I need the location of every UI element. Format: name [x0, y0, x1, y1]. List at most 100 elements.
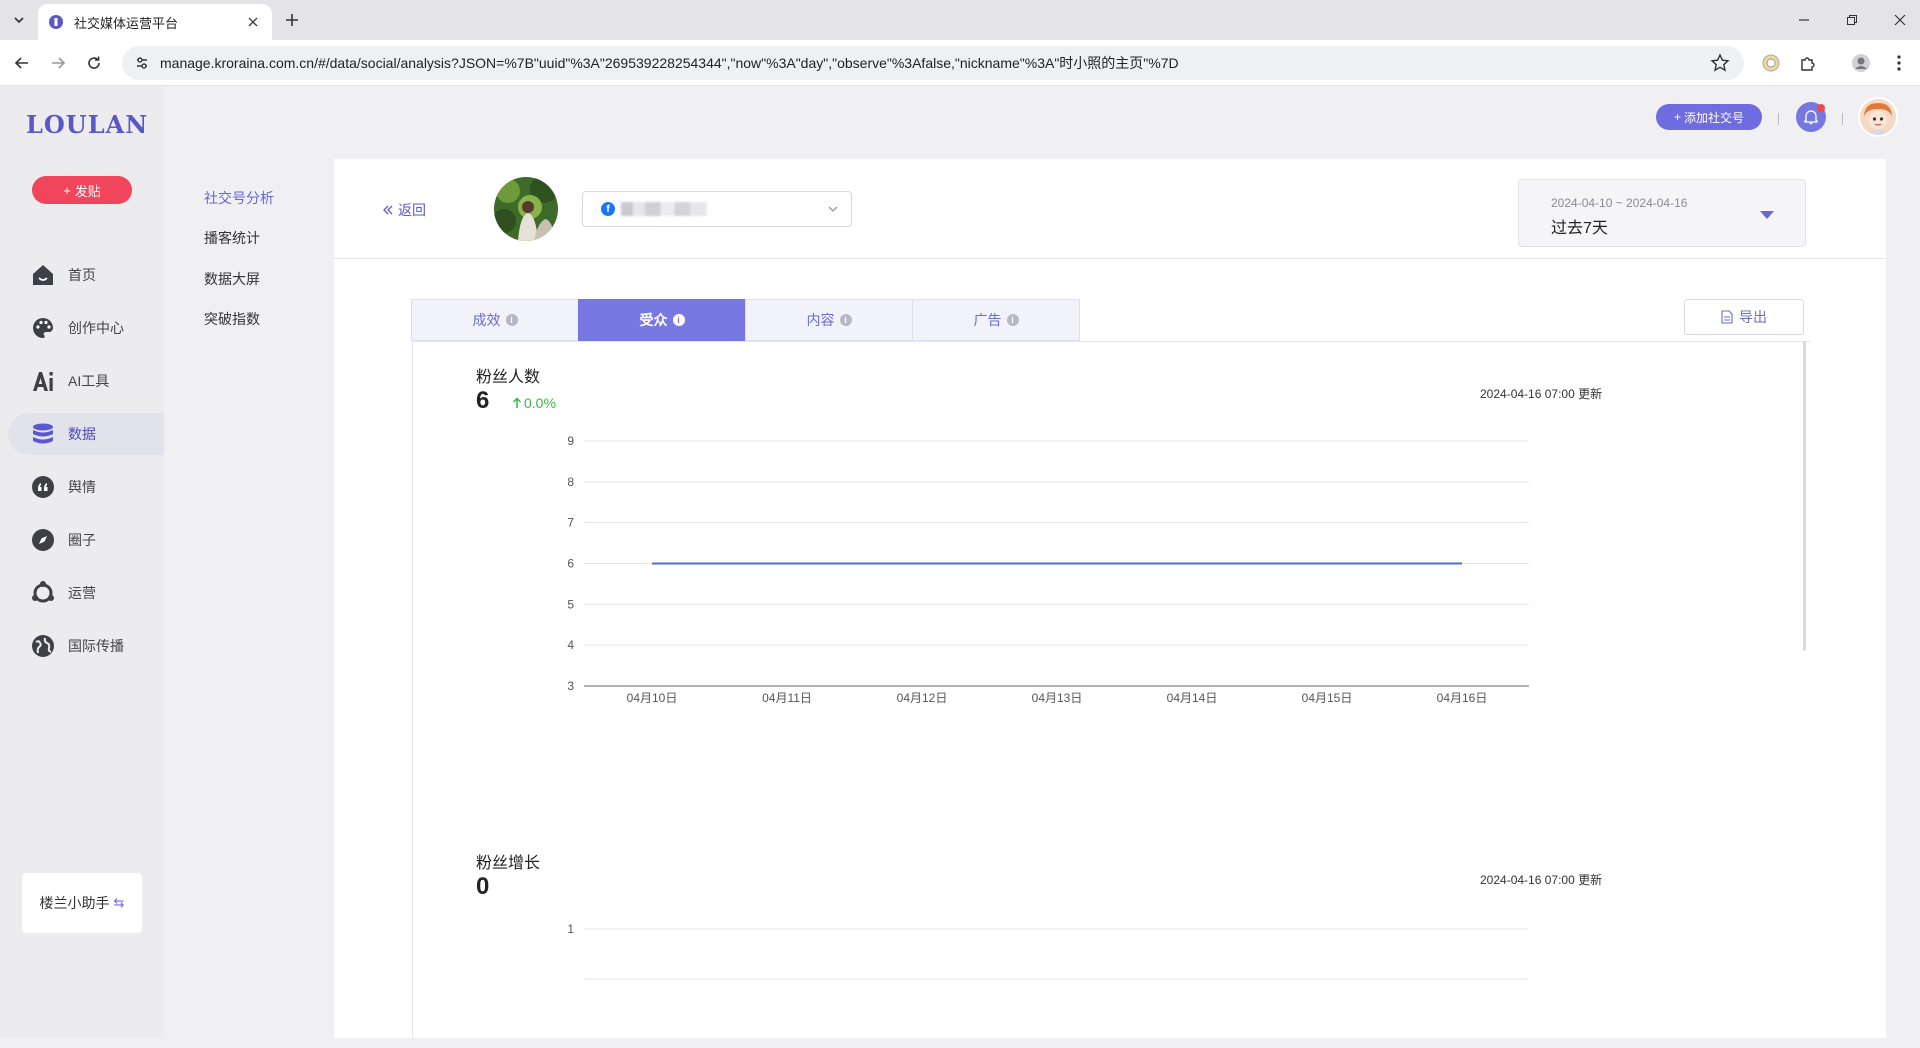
nav-item-circle[interactable]: 圈子 [8, 519, 164, 561]
nav-item-ai-tools[interactable]: AI工具 [8, 360, 164, 402]
export-button-label: 导出 [1739, 309, 1767, 325]
subnav-breakthrough-index[interactable]: 突破指数 [204, 309, 260, 329]
x-tick-label: 04月10日 [627, 691, 678, 705]
close-icon [1894, 14, 1906, 26]
assistant-widget[interactable]: 楼兰小助手 ⇆ [22, 873, 142, 933]
reload-icon [88, 56, 100, 69]
social-account-select[interactable]: f [582, 191, 852, 227]
nav-item-home[interactable]: 首页 [8, 254, 164, 296]
tab-ads[interactable]: 广告 i [912, 299, 1080, 341]
forward-button[interactable] [46, 51, 70, 75]
tab-label: 内容 [806, 312, 835, 328]
double-chevron-left-icon [383, 205, 393, 215]
extension-icon[interactable] [1760, 52, 1782, 74]
site-favicon-icon [49, 15, 63, 29]
post-button[interactable]: + 发贴 [32, 176, 132, 204]
info-icon[interactable]: i [839, 314, 852, 326]
y-tick-label: 4 [567, 638, 574, 652]
more-vertical-icon [1897, 55, 1901, 71]
tab-label: 受众 [639, 312, 668, 328]
subnav-data-screen[interactable]: 数据大屏 [204, 269, 260, 289]
close-tab-icon[interactable] [244, 13, 262, 31]
x-tick-label: 04月14日 [1167, 691, 1218, 705]
info-icon[interactable]: i [1006, 314, 1019, 326]
date-range-picker[interactable]: 2024-04-10 ~ 2024-04-16 过去7天 [1518, 179, 1806, 247]
quote-icon [30, 474, 56, 500]
nav-item-creation[interactable]: 创作中心 [8, 307, 164, 349]
date-range-text: 2024-04-10 ~ 2024-04-16 [1551, 196, 1688, 210]
browser-tab-title: 社交媒体运营平台 [74, 15, 179, 31]
subnav-podcast-stats[interactable]: 播客统计 [204, 228, 260, 248]
profile-button[interactable] [1850, 52, 1872, 74]
extension-circle-icon [1762, 54, 1780, 72]
brand-logo[interactable]: LOULAN [26, 110, 148, 139]
profile-icon [1852, 54, 1870, 72]
add-social-account-button[interactable]: + 添加社交号 [1656, 104, 1762, 130]
export-button[interactable]: 导出 [1684, 299, 1804, 335]
restore-icon [1847, 15, 1857, 25]
palette-icon [30, 315, 56, 341]
nav-item-data[interactable]: 数据 [8, 413, 164, 455]
minimize-window-button[interactable] [1794, 10, 1814, 30]
tab-performance[interactable]: 成效 i [411, 299, 579, 341]
y-tick-label: 7 [567, 516, 574, 530]
new-tab-button[interactable] [282, 10, 302, 30]
y-tick-label: 8 [567, 475, 574, 489]
metric-value-followers: 6 [476, 387, 490, 414]
y-tick-label: 3 [567, 679, 574, 693]
address-bar[interactable]: manage.kroraina.com.cn/#/data/social/ana… [122, 46, 1744, 80]
nav-item-international[interactable]: 国际传播 [8, 625, 164, 667]
nav-item-operation[interactable]: 运营 [8, 572, 164, 614]
metric-updated-follower-growth: 2024-04-16 07:00 更新 [1480, 873, 1603, 887]
notification-badge [1817, 104, 1825, 112]
browser-tab-bar: 社交媒体运营平台 [0, 0, 1920, 40]
reload-button[interactable] [82, 51, 106, 75]
nav-label: AI工具 [68, 373, 110, 389]
database-icon [30, 421, 56, 447]
back-button[interactable] [10, 51, 34, 75]
left-navigation: LOULAN + 发贴 首页 创作中心 AI工具 数据 舆情 圈子 运营 国际传… [0, 86, 164, 1038]
tab-label: 成效 [472, 312, 501, 328]
blurred-account-name [621, 202, 707, 216]
y-tick-label: 9 [567, 434, 574, 448]
y-tick-label: 1 [567, 922, 574, 936]
info-icon[interactable]: i [505, 314, 518, 326]
browser-toolbar: manage.kroraina.com.cn/#/data/social/ana… [0, 40, 1920, 86]
back-link[interactable]: 返回 [382, 200, 426, 220]
metric-updated-followers: 2024-04-16 07:00 更新 [1480, 387, 1603, 401]
home-icon [30, 262, 56, 288]
back-link-label: 返回 [398, 202, 426, 218]
arrow-right-icon [52, 57, 66, 69]
nav-item-public-opinion[interactable]: 舆情 [8, 466, 164, 508]
followers-line-chart: 3 4 5 6 7 8 9 04月10日 04月11日 04月12日 04月13日 04月14日 04月… [567, 434, 1529, 705]
subnav-social-analysis[interactable]: 社交号分析 [204, 188, 274, 208]
close-window-button[interactable] [1890, 10, 1910, 30]
y-tick-label: 6 [567, 557, 574, 571]
restore-window-button[interactable] [1842, 10, 1862, 30]
tab-search-button[interactable] [6, 8, 32, 32]
info-icon[interactable]: i [672, 314, 685, 326]
url-text: manage.kroraina.com.cn/#/data/social/ana… [160, 55, 1179, 71]
browser-tab[interactable]: 社交媒体运营平台 [38, 4, 272, 40]
extensions-button[interactable] [1797, 52, 1819, 74]
metric-tabs: 成效 i 受众 i 内容 i 广告 i [411, 299, 1082, 341]
tab-label: 广告 [973, 312, 1002, 328]
globe-icon [30, 633, 56, 659]
caret-down-icon [1760, 211, 1774, 219]
profile-photo-icon [494, 177, 558, 241]
tab-audience[interactable]: 受众 i [578, 299, 746, 341]
nav-label: 创作中心 [68, 320, 124, 336]
content-scrollbar[interactable] [1803, 341, 1806, 651]
metric-change-followers: 0.0% [512, 395, 556, 411]
browser-menu-button[interactable] [1888, 52, 1910, 74]
document-icon [1721, 310, 1733, 324]
compass-icon [30, 527, 56, 553]
plus-icon: + [1673, 110, 1681, 124]
user-avatar[interactable] [1858, 97, 1898, 137]
site-info-icon[interactable] [134, 55, 150, 71]
metric-value-follower-growth: 0 [476, 873, 490, 900]
tab-content[interactable]: 内容 i [745, 299, 913, 341]
bookmark-star-icon[interactable] [1710, 53, 1730, 73]
minimize-icon [1799, 19, 1809, 21]
metric-title-followers: 粉丝人数 [476, 369, 541, 386]
